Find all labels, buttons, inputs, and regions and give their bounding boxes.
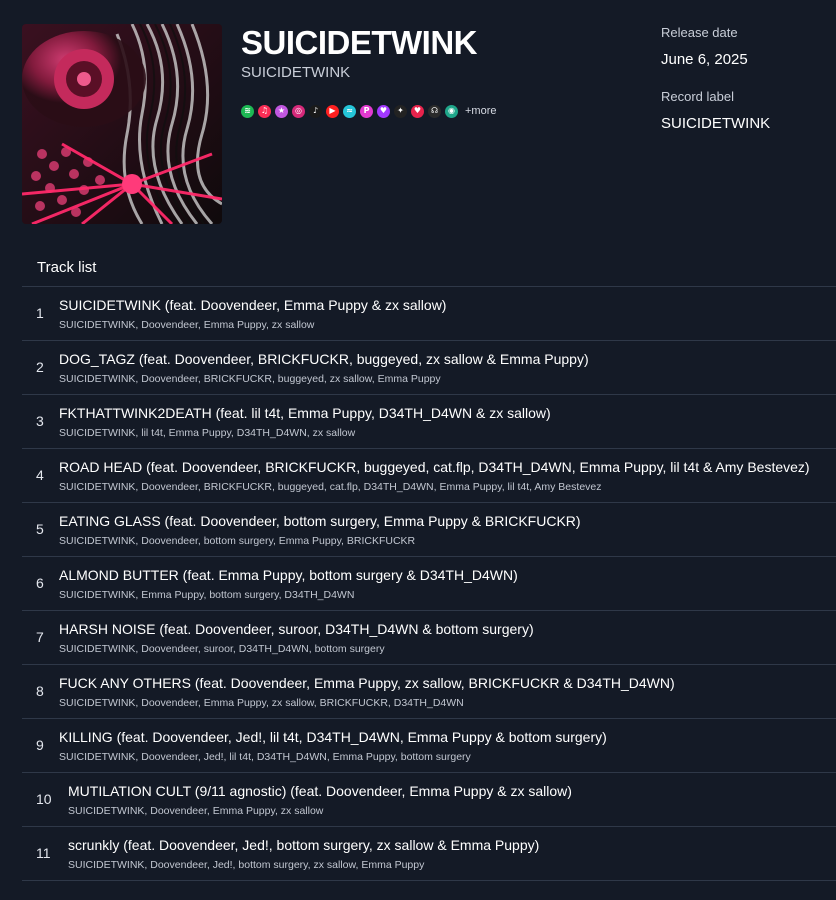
track-artists: SUICIDETWINK, Doovendeer, BRICKFUCKR, bu… xyxy=(59,481,602,493)
track-title[interactable]: HARSH NOISE (feat. Doovendeer, suroor, D… xyxy=(59,621,534,637)
track-title[interactable]: KILLING (feat. Doovendeer, Jed!, lil t4t… xyxy=(59,729,607,745)
track-number: 6 xyxy=(36,575,44,591)
track-row[interactable]: 1 SUICIDETWINK (feat. Doovendeer, Emma P… xyxy=(22,287,836,341)
track-title[interactable]: FUCK ANY OTHERS (feat. Doovendeer, Emma … xyxy=(59,675,675,691)
record-label-label: Record label xyxy=(661,89,734,104)
release-date-label: Release date xyxy=(661,25,738,40)
pandora-icon[interactable]: P xyxy=(360,104,373,118)
release-artist[interactable]: SUICIDETWINK xyxy=(241,64,350,81)
track-row[interactable]: 11 scrunkly (feat. Doovendeer, Jed!, bot… xyxy=(22,827,836,881)
track-artists: SUICIDETWINK, Doovendeer, suroor, D34TH_… xyxy=(59,643,385,655)
track-number: 5 xyxy=(36,521,44,537)
track-number: 1 xyxy=(36,305,44,321)
streaming-platforms: ≋ ♫ ★ ◎ ♪ ▶ ≈ P ♥ ✦ ♥ ☊ ◉ +more xyxy=(241,102,497,120)
track-title[interactable]: EATING GLASS (feat. Doovendeer, bottom s… xyxy=(59,513,581,529)
track-title[interactable]: DOG_TAGZ (feat. Doovendeer, BRICKFUCKR, … xyxy=(59,351,589,367)
track-row[interactable]: 2 DOG_TAGZ (feat. Doovendeer, BRICKFUCKR… xyxy=(22,341,836,395)
track-title[interactable]: scrunkly (feat. Doovendeer, Jed!, bottom… xyxy=(68,837,539,853)
track-number: 4 xyxy=(36,467,44,483)
track-row[interactable]: 4 ROAD HEAD (feat. Doovendeer, BRICKFUCK… xyxy=(22,449,836,503)
amazon-music-icon[interactable]: ≈ xyxy=(343,104,356,118)
apple-music-icon[interactable]: ♫ xyxy=(258,104,271,118)
album-cover[interactable] xyxy=(22,24,222,224)
youtube-music-icon[interactable]: ▶ xyxy=(326,104,339,118)
track-artists: SUICIDETWINK, Doovendeer, Emma Puppy, zx… xyxy=(59,697,464,709)
track-row[interactable]: 5 EATING GLASS (feat. Doovendeer, bottom… xyxy=(22,503,836,557)
track-artists: SUICIDETWINK, Doovendeer, Jed!, lil t4t,… xyxy=(59,751,471,763)
track-artists: SUICIDETWINK, Doovendeer, bottom surgery… xyxy=(59,535,416,547)
tiktok-icon[interactable]: ♪ xyxy=(309,104,322,118)
deezer-icon[interactable]: ♥ xyxy=(377,104,390,118)
track-number: 11 xyxy=(36,845,51,861)
napster-icon[interactable]: ☊ xyxy=(428,104,441,118)
track-row[interactable]: 10 MUTILATION CULT (9/11 agnostic) (feat… xyxy=(22,773,836,827)
track-row[interactable]: 8 FUCK ANY OTHERS (feat. Doovendeer, Emm… xyxy=(22,665,836,719)
iheartradio-icon[interactable]: ♥ xyxy=(411,104,424,118)
track-artists: SUICIDETWINK, Doovendeer, Emma Puppy, zx… xyxy=(59,319,315,331)
track-list: Track list 1 SUICIDETWINK (feat. Doovend… xyxy=(22,247,836,881)
track-list-heading: Track list xyxy=(22,247,836,287)
track-artists: SUICIDETWINK, Doovendeer, BRICKFUCKR, bu… xyxy=(59,373,441,385)
track-title[interactable]: FKTHATTWINK2DEATH (feat. lil t4t, Emma P… xyxy=(59,405,551,421)
instagram-icon[interactable]: ◎ xyxy=(292,104,305,118)
itunes-icon[interactable]: ★ xyxy=(275,104,288,118)
spotify-icon[interactable]: ≋ xyxy=(241,104,254,118)
record-label-value[interactable]: SUICIDETWINK xyxy=(661,115,770,132)
track-title[interactable]: MUTILATION CULT (9/11 agnostic) (feat. D… xyxy=(68,783,572,799)
track-title[interactable]: SUICIDETWINK (feat. Doovendeer, Emma Pup… xyxy=(59,297,446,313)
track-artists: SUICIDETWINK, Doovendeer, Jed!, bottom s… xyxy=(68,859,425,871)
tidal-icon[interactable]: ✦ xyxy=(394,104,407,118)
track-artists: SUICIDETWINK, lil t4t, Emma Puppy, D34TH… xyxy=(59,427,356,439)
track-title[interactable]: ALMOND BUTTER (feat. Emma Puppy, bottom … xyxy=(59,567,518,583)
track-number: 10 xyxy=(36,791,52,807)
track-title[interactable]: ROAD HEAD (feat. Doovendeer, BRICKFUCKR,… xyxy=(59,459,810,475)
track-row[interactable]: 9 KILLING (feat. Doovendeer, Jed!, lil t… xyxy=(22,719,836,773)
track-number: 7 xyxy=(36,629,44,645)
release-title: SUICIDETWINK xyxy=(241,24,478,61)
track-row[interactable]: 6 ALMOND BUTTER (feat. Emma Puppy, botto… xyxy=(22,557,836,611)
track-artists: SUICIDETWINK, Doovendeer, Emma Puppy, zx… xyxy=(68,805,324,817)
track-row[interactable]: 3 FKTHATTWINK2DEATH (feat. lil t4t, Emma… xyxy=(22,395,836,449)
audiomack-icon[interactable]: ◉ xyxy=(445,104,458,118)
track-number: 9 xyxy=(36,737,44,753)
track-number: 2 xyxy=(36,359,44,375)
release-date-value: June 6, 2025 xyxy=(661,51,748,68)
track-artists: SUICIDETWINK, Emma Puppy, bottom surgery… xyxy=(59,589,355,601)
track-row[interactable]: 7 HARSH NOISE (feat. Doovendeer, suroor,… xyxy=(22,611,836,665)
album-cover-art xyxy=(22,24,222,224)
track-number: 3 xyxy=(36,413,44,429)
more-platforms-link[interactable]: +more xyxy=(465,105,497,117)
track-number: 8 xyxy=(36,683,44,699)
